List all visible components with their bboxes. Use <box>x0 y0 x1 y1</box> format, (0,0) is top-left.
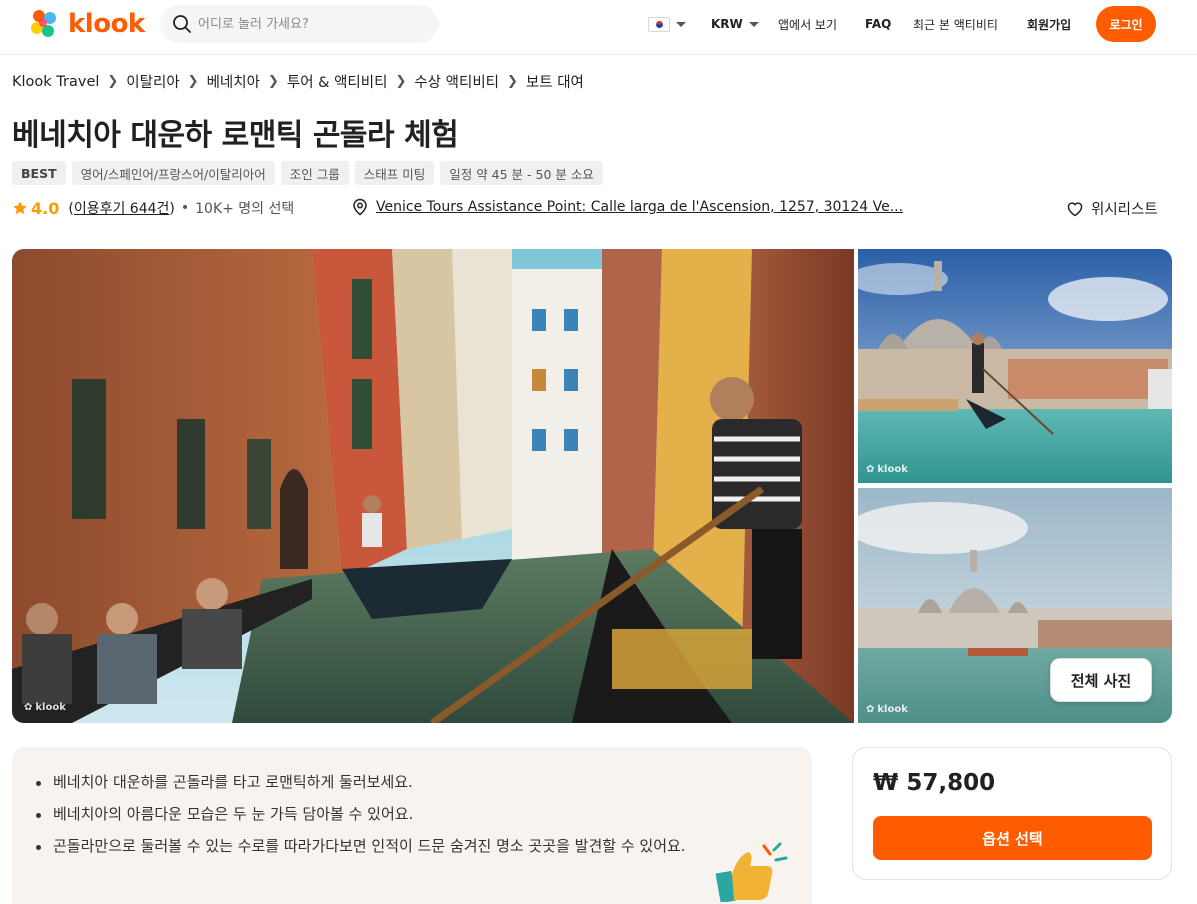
watermark-text: klook <box>35 702 66 713</box>
currency-selector[interactable]: KRW <box>711 0 759 48</box>
korea-flag-icon <box>648 16 670 32</box>
watermark-icon: ✿ <box>866 704 875 715</box>
highlight-item: 곤돌라만으로 둘러볼 수 있는 수로를 따라가다보면 인적이 드문 숨겨진 명소… <box>36 833 696 860</box>
chevron-right-icon: ❯ <box>267 74 279 89</box>
thumbs-up-icon <box>715 842 788 902</box>
highlights-box: 베네치아 대운하를 곤돌라를 타고 로맨틱하게 둘러보세요. 베네치아의 아름다… <box>12 747 812 904</box>
reviews-link[interactable]: (이용후기 644건) <box>68 198 175 218</box>
tag-duration: 일정 약 45 분 - 50 분 소요 <box>440 161 603 185</box>
language-selector[interactable] <box>648 0 686 48</box>
reviews-count[interactable]: 이용후기 644건 <box>74 201 170 217</box>
breadcrumb-item[interactable]: 수상 액티비티 <box>414 71 499 92</box>
chevron-right-icon: ❯ <box>395 74 407 89</box>
tag-best: BEST <box>12 161 66 185</box>
klook-watermark: ✿ klook <box>866 464 908 475</box>
search-input[interactable] <box>198 16 418 32</box>
highlight-item: 베네치아의 아름다운 모습은 두 눈 가득 담아볼 수 있어요. <box>36 801 696 828</box>
chevron-right-icon: ❯ <box>187 74 199 89</box>
klook-logo-icon <box>31 10 56 37</box>
wishlist-label: 위시리스트 <box>1091 202 1158 218</box>
booked-count: 10K+ 명의 선택 <box>195 201 295 217</box>
app-link[interactable]: 앱에서 보기 <box>778 0 837 48</box>
venice-canal-gondola-image <box>12 249 854 723</box>
watermark-text: klook <box>877 464 908 475</box>
signup-link[interactable]: 회원가입 <box>1027 0 1071 48</box>
tag-list: BEST 영어/스페인어/프랑스어/이탈리아어 조인 그룹 스태프 미팅 일정 … <box>12 161 603 185</box>
star-icon <box>13 201 27 215</box>
side-photo-1[interactable]: ✿ klook <box>858 249 1172 483</box>
booking-box: ₩ 57,800 옵션 선택 <box>852 747 1172 880</box>
view-all-photos-button[interactable]: 전체 사진 <box>1050 658 1152 702</box>
activity-meta: 4.0 (이용후기 644건) • 10K+ 명의 선택 <box>12 198 294 218</box>
breadcrumb-item[interactable]: 보트 대여 <box>526 71 584 92</box>
search-bar[interactable] <box>160 5 438 43</box>
watermark-icon: ✿ <box>866 464 875 475</box>
tag-languages: 영어/스페인어/프랑스어/이탈리아어 <box>71 161 275 185</box>
klook-watermark: ✿ klook <box>24 702 66 713</box>
price: ₩ 57,800 <box>873 770 996 796</box>
login-button[interactable]: 로그인 <box>1096 6 1156 42</box>
location-text[interactable]: Venice Tours Assistance Point: Calle lar… <box>376 199 956 215</box>
separator-dot: • <box>180 200 190 216</box>
faq-link[interactable]: FAQ <box>865 0 891 48</box>
watermark-text: klook <box>877 704 908 715</box>
tag-meeting: 스태프 미팅 <box>354 161 435 185</box>
chevron-right-icon: ❯ <box>107 74 119 89</box>
venice-basilica-gondola-image <box>858 249 1172 483</box>
breadcrumb-item[interactable]: 이탈리아 <box>126 71 179 92</box>
watermark-icon: ✿ <box>24 702 33 713</box>
wishlist-button[interactable]: 위시리스트 <box>1066 198 1158 219</box>
search-icon <box>173 15 191 33</box>
logo-text: klook <box>68 9 145 39</box>
breadcrumb-item[interactable]: 베네치아 <box>207 71 260 92</box>
top-header: klook KRW 앱에서 보기 FAQ 최근 본 액티비티 회원가입 로그인 <box>0 0 1197 55</box>
currency-label: KRW <box>711 17 743 31</box>
recently-viewed-link[interactable]: 최근 본 액티비티 <box>913 0 998 48</box>
chevron-right-icon: ❯ <box>507 74 518 89</box>
rating: 4.0 <box>12 199 59 218</box>
heart-icon <box>1067 201 1083 216</box>
klook-logo[interactable]: klook <box>26 6 145 42</box>
chevron-down-icon <box>676 21 686 27</box>
rating-value: 4.0 <box>31 198 60 218</box>
location-link[interactable]: Venice Tours Assistance Point: Calle lar… <box>352 198 956 216</box>
breadcrumb-item[interactable]: 투어 & 액티비티 <box>287 71 388 92</box>
chevron-down-icon <box>748 21 759 27</box>
main-photo[interactable]: ✿ klook <box>12 249 854 723</box>
breadcrumb-item[interactable]: Klook Travel <box>12 74 99 90</box>
highlight-item: 베네치아 대운하를 곤돌라를 타고 로맨틱하게 둘러보세요. <box>36 769 696 796</box>
page-title: 베네치아 대운하 로맨틱 곤돌라 체험 <box>12 118 459 153</box>
breadcrumb: Klook Travel ❯ 이탈리아 ❯ 베네치아 ❯ 투어 & 액티비티 ❯ 수상 … <box>12 71 584 92</box>
location-pin-icon <box>353 198 367 216</box>
highlights-list: 베네치아 대운하를 곤돌라를 타고 로맨틱하게 둘러보세요. 베네치아의 아름다… <box>36 769 696 860</box>
klook-watermark: ✿ klook <box>866 704 908 715</box>
tag-group: 조인 그룹 <box>280 161 349 185</box>
select-options-button[interactable]: 옵션 선택 <box>873 816 1152 860</box>
